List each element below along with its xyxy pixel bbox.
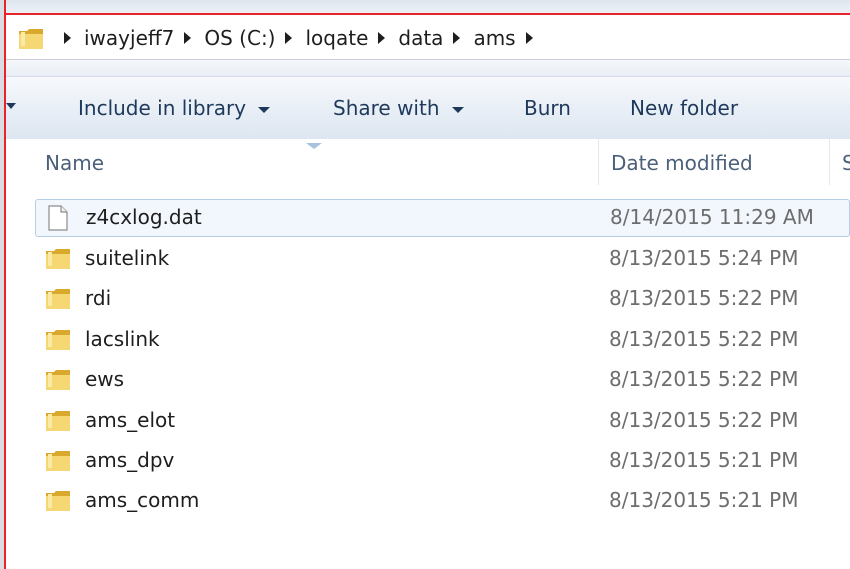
list-item-suitelink[interactable]: suitelink 8/13/2015 5:24 PM [35,240,850,278]
file-date-modified: 8/13/2015 5:22 PM [609,327,799,351]
dropdown-arrow-icon [258,106,271,113]
file-date-modified: 8/13/2015 5:21 PM [609,448,799,472]
column-divider[interactable] [829,139,830,185]
file-name: suitelink [85,246,170,270]
breadcrumb-item-loqate[interactable]: loqate [279,26,372,50]
breadcrumb-item-iwayjeff7[interactable]: iwayjeff7 [58,26,178,50]
list-item-ams-comm[interactable]: ams_comm 8/13/2015 5:21 PM [35,482,850,520]
sort-indicator-icon [306,143,322,149]
file-name: ams_comm [85,488,200,512]
file-name: ams_elot [85,408,176,432]
burn-button[interactable]: Burn [524,77,571,139]
file-date-modified: 8/13/2015 5:22 PM [609,286,799,310]
file-date-modified: 8/13/2015 5:24 PM [609,246,799,270]
column-header: Name Date modified S [6,139,850,187]
chevron-right-icon[interactable] [525,31,533,44]
include-in-library-button[interactable]: Include in library [78,77,271,139]
file-name: rdi [85,286,112,310]
breadcrumb-label[interactable]: ams [473,26,515,50]
file-name: lacslink [85,327,160,351]
file-name: ews [85,367,125,391]
command-toolbar: Include in library Share with Burn New f… [6,76,850,140]
folder-icon [46,249,70,269]
breadcrumb-label[interactable]: iwayjeff7 [84,26,174,50]
list-item-rdi[interactable]: rdi 8/13/2015 5:22 PM [35,280,850,318]
window-top-frame [0,0,850,15]
folder-icon [46,451,70,471]
window-left-frame [0,0,6,569]
breadcrumb-item-next[interactable] [520,31,546,44]
file-date-modified: 8/13/2015 5:22 PM [609,367,799,391]
address-bar-spacer [6,60,850,76]
column-date-modified[interactable]: Date modified [611,151,753,175]
folder-icon [46,370,70,390]
list-item-ams-elot[interactable]: ams_elot 8/13/2015 5:22 PM [35,402,850,440]
folder-icon [46,491,70,511]
column-name[interactable]: Name [45,151,104,175]
breadcrumb-label[interactable]: data [398,26,443,50]
include-in-library-label: Include in library [78,96,247,120]
file-date-modified: 8/14/2015 11:29 AM [610,205,814,229]
file-name: z4cxlog.dat [86,205,202,229]
folder-icon [46,289,70,309]
list-item-z4cxlog-dat[interactable]: z4cxlog.dat 8/14/2015 11:29 AM [35,199,850,237]
chevron-right-icon[interactable] [453,31,461,44]
window-top-edge [0,13,850,15]
breadcrumb-label[interactable]: OS (C:) [204,26,275,50]
chevron-right-icon[interactable] [285,31,293,44]
file-name: ams_dpv [85,448,175,472]
column-size[interactable]: S [842,151,850,175]
organize-dropdown-arrow-icon[interactable] [6,103,16,109]
share-with-button[interactable]: Share with [333,77,464,139]
document-icon [48,205,68,231]
breadcrumb-item-data[interactable]: data [372,26,447,50]
breadcrumb-item-ams[interactable]: ams [447,26,519,50]
chevron-right-icon[interactable] [184,31,192,44]
chevron-right-icon[interactable] [64,31,71,44]
address-bar[interactable]: iwayjeff7 OS (C:) loqate data ams [6,16,850,60]
breadcrumb: iwayjeff7 OS (C:) loqate data ams [58,16,546,59]
breadcrumb-item-os-c[interactable]: OS (C:) [178,26,279,50]
file-date-modified: 8/13/2015 5:22 PM [609,408,799,432]
dropdown-arrow-icon [451,106,464,113]
new-folder-label: New folder [630,96,739,120]
list-item-lacslink[interactable]: lacslink 8/13/2015 5:22 PM [35,321,850,359]
column-divider[interactable] [598,139,599,185]
share-with-label: Share with [333,96,440,120]
folder-icon [46,330,70,350]
new-folder-button[interactable]: New folder [630,77,738,139]
folder-icon [46,411,70,431]
list-item-ews[interactable]: ews 8/13/2015 5:22 PM [35,361,850,399]
file-date-modified: 8/13/2015 5:21 PM [609,488,799,512]
breadcrumb-label[interactable]: loqate [305,26,368,50]
folder-icon [19,29,43,49]
list-item-ams-dpv[interactable]: ams_dpv 8/13/2015 5:21 PM [35,442,850,480]
burn-label: Burn [524,96,571,120]
chevron-right-icon[interactable] [378,31,386,44]
